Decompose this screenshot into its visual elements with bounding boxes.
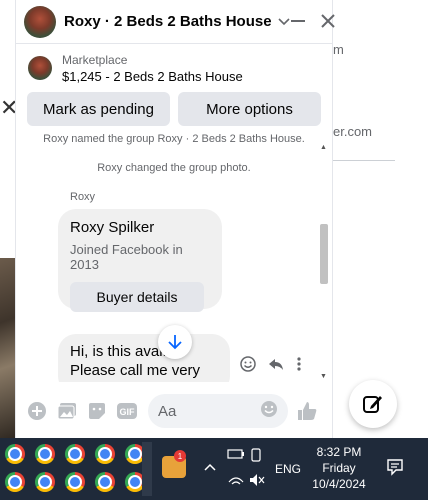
chat-window: Roxy · 2 Beds 2 Baths House Marketplace … [15,0,335,438]
chrome-icon[interactable] [35,472,55,492]
minimize-icon[interactable] [290,11,306,33]
plus-icon[interactable] [24,398,50,424]
notification-badge: 1 [174,450,186,462]
listing-title: $1,245 - 2 Beds 2 Baths House [62,68,243,84]
chrome-icon[interactable] [65,472,85,492]
chrome-icon[interactable] [5,472,25,492]
photo-icon[interactable] [54,398,80,424]
mark-as-pending-button[interactable]: Mark as pending [27,92,170,126]
scroll-to-bottom-button[interactable] [158,325,192,359]
close-icon[interactable] [320,11,336,33]
compose-icon [363,396,382,413]
background-text: m [333,42,344,57]
language-indicator[interactable]: ENG [275,462,301,476]
battery-icon [227,449,244,459]
new-message-button[interactable] [349,380,397,428]
background-divider [333,160,395,161]
chevron-up-icon[interactable] [204,458,216,474]
clock-day: Friday [322,461,356,475]
taskbar-scrollbar[interactable] [142,442,152,496]
chrome-icon[interactable] [95,472,115,492]
scroll-down-arrow-icon[interactable]: ▼ [320,373,327,380]
reply-icon[interactable] [268,356,284,377]
composer: GIF Aa [16,386,332,436]
profile-joined: Joined Facebook in 2013 [70,242,183,272]
wifi-icon [228,477,244,485]
system-tray [226,446,266,493]
scroll-thumb[interactable] [320,224,328,284]
message-thread[interactable]: Roxy named the group Roxy · 2 Beds 2 Bat… [16,128,332,382]
background-link[interactable]: er.com [333,124,372,139]
phone-link-icon [251,448,261,462]
more-options-button[interactable]: More options [178,92,321,126]
chat-title[interactable]: Roxy · 2 Beds 2 Baths House [64,13,272,30]
like-icon[interactable] [294,398,320,424]
notification-center-icon[interactable] [386,458,404,481]
more-icon[interactable] [296,356,302,377]
marketplace-label: Marketplace [62,52,128,67]
marketplace-listing[interactable]: Marketplace $1,245 - 2 Beds 2 Baths Hous… [16,44,332,92]
chrome-icon[interactable] [95,444,115,464]
clock[interactable]: 8:32 PM Friday 10/4/2024 [306,444,372,492]
taskbar: 1 ENG 8:32 PM Friday 10/4/2024 [0,438,428,500]
profile-name: Roxy Spilker [70,219,155,236]
chrome-icon[interactable] [35,444,55,464]
taskbar-app-grid [0,444,150,492]
scroll-up-arrow-icon[interactable]: ▲ [320,144,327,151]
thread-scrollbar[interactable]: ▲ ▼ [318,140,330,382]
message-input[interactable]: Aa [148,394,288,428]
system-message: Roxy named the group Roxy · 2 Beds 2 Bat… [43,133,305,145]
background-photo [0,258,16,438]
message-input-placeholder: Aa [158,402,177,420]
close-icon[interactable]: ✕ [0,96,18,120]
chat-header[interactable]: Roxy · 2 Beds 2 Baths House [16,0,335,44]
clock-date: 10/4/2024 [312,477,366,491]
sender-name: Roxy [70,191,96,203]
profile-card: Roxy Spilker Joined Facebook in 2013 Buy… [58,209,222,312]
chevron-down-icon[interactable] [277,15,290,29]
arrow-down-icon [168,335,182,350]
system-message: Roxy changed the group photo. [97,162,251,174]
avatar[interactable] [24,5,56,38]
gif-icon[interactable]: GIF [114,398,140,424]
message-bubble[interactable]: Hi, is this avai... Please call me very [58,334,230,382]
chrome-icon[interactable] [5,444,25,464]
buyer-details-button[interactable]: Buyer details [70,282,204,312]
react-icon[interactable] [240,356,256,377]
listing-thumbnail [28,56,52,80]
mute-icon [250,474,265,486]
chrome-icon[interactable] [65,444,85,464]
svg-text:GIF: GIF [120,407,136,417]
sticker-icon[interactable] [84,398,110,424]
emoji-icon[interactable] [260,400,278,422]
clock-time: 8:32 PM [316,445,362,459]
